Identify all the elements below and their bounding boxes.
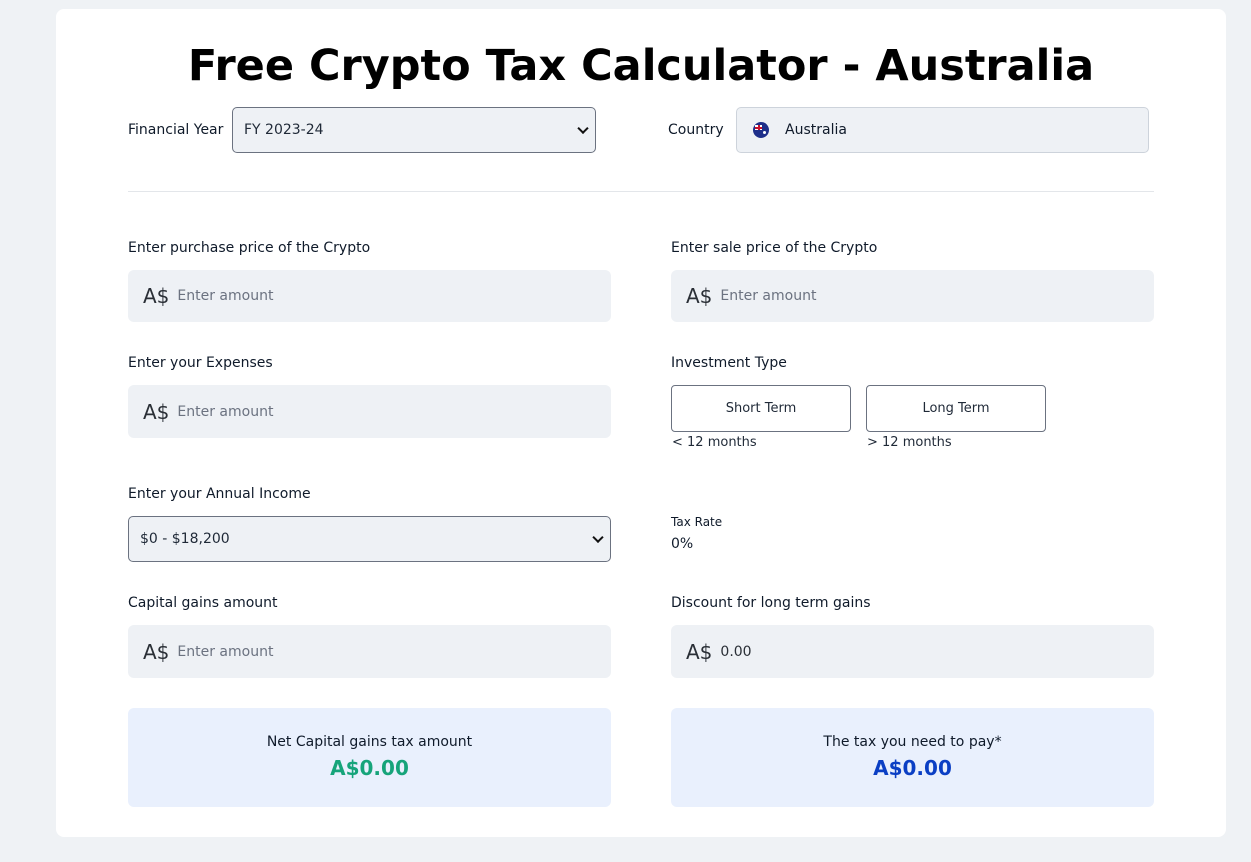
- tax-rate-value: 0%: [671, 536, 694, 552]
- purchase-price-label: Enter purchase price of the Crypto: [128, 240, 371, 256]
- purchase-price-field: A$: [128, 270, 611, 322]
- tax-to-pay-value: A$0.00: [873, 756, 952, 780]
- financial-year-value: FY 2023-24: [244, 122, 324, 138]
- chevron-down-icon: [577, 122, 589, 135]
- net-tax-result-box: Net Capital gains tax amount A$0.00: [128, 708, 611, 807]
- long-term-button[interactable]: Long Term: [866, 385, 1046, 432]
- annual-income-select[interactable]: $0 - $18,200: [128, 516, 611, 562]
- calculator-card: Free Crypto Tax Calculator - Australia F…: [56, 9, 1226, 837]
- chevron-down-icon: [592, 531, 604, 544]
- currency-prefix: A$: [686, 284, 713, 308]
- expenses-label: Enter your Expenses: [128, 355, 273, 371]
- long-term-sublabel: > 12 months: [867, 435, 952, 450]
- expenses-input[interactable]: [177, 403, 558, 420]
- currency-prefix: A$: [143, 284, 170, 308]
- short-term-button[interactable]: Short Term: [671, 385, 851, 432]
- country-field[interactable]: Australia: [736, 107, 1149, 153]
- annual-income-value: $0 - $18,200: [140, 531, 230, 547]
- discount-value: 0.00: [720, 643, 752, 660]
- currency-prefix: A$: [143, 399, 170, 424]
- country-value: Australia: [785, 122, 847, 138]
- australia-flag-icon: [753, 122, 769, 138]
- net-tax-value: A$0.00: [330, 756, 409, 780]
- financial-year-label: Financial Year: [128, 122, 224, 138]
- tax-to-pay-result-box: The tax you need to pay* A$0.00: [671, 708, 1154, 807]
- capital-gains-field: A$: [128, 625, 611, 678]
- net-tax-label: Net Capital gains tax amount: [266, 734, 473, 750]
- short-term-sublabel: < 12 months: [672, 435, 757, 450]
- capital-gains-input[interactable]: [177, 643, 558, 660]
- discount-field: A$ 0.00: [671, 625, 1154, 678]
- tax-rate-label: Tax Rate: [671, 515, 723, 529]
- currency-prefix: A$: [686, 639, 713, 664]
- sale-price-input[interactable]: [720, 288, 1101, 304]
- country-label: Country: [668, 122, 724, 138]
- currency-prefix: A$: [143, 639, 170, 664]
- annual-income-label: Enter your Annual Income: [128, 486, 311, 502]
- expenses-field: A$: [128, 385, 611, 438]
- purchase-price-input[interactable]: [177, 288, 558, 304]
- sale-price-label: Enter sale price of the Crypto: [671, 240, 878, 256]
- investment-type-label: Investment Type: [671, 355, 787, 371]
- tax-to-pay-label: The tax you need to pay*: [823, 734, 1002, 750]
- capital-gains-label: Capital gains amount: [128, 595, 278, 611]
- financial-year-select[interactable]: FY 2023-24: [232, 107, 596, 153]
- page-title: Free Crypto Tax Calculator - Australia: [187, 41, 1095, 91]
- sale-price-field: A$: [671, 270, 1154, 322]
- section-divider: [128, 191, 1154, 192]
- discount-label: Discount for long term gains: [671, 595, 871, 611]
